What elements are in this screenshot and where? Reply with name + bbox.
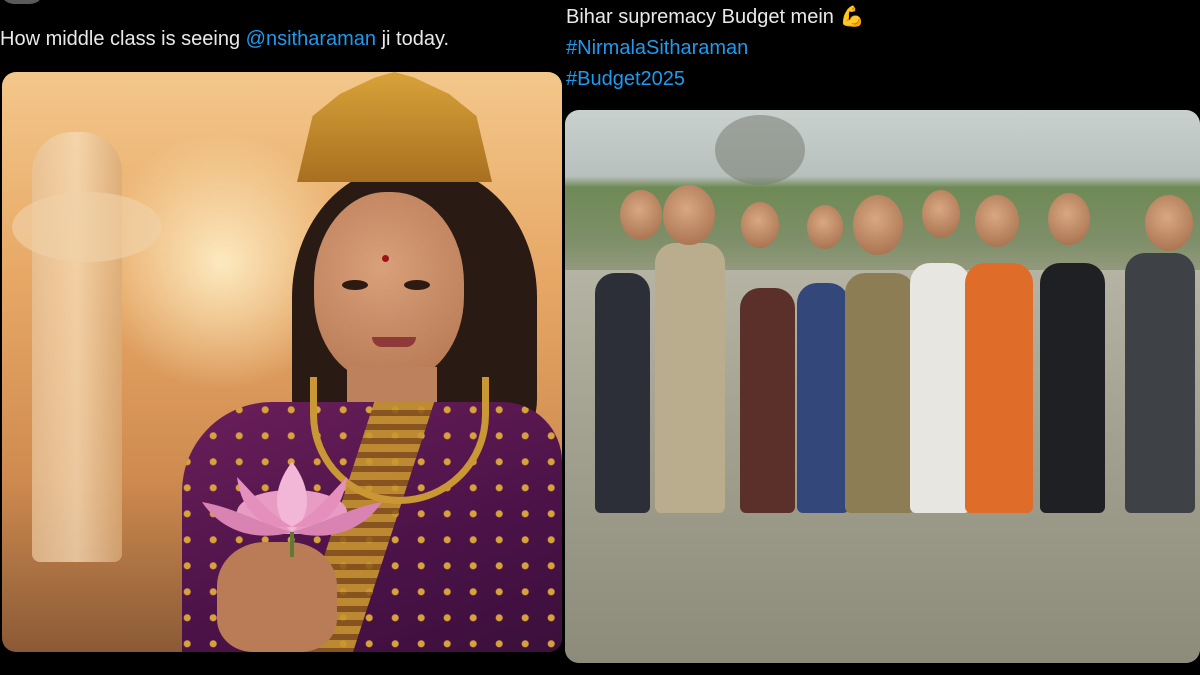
person <box>655 243 725 513</box>
face <box>807 205 843 249</box>
smile <box>372 337 416 347</box>
lotus-flower-icon <box>202 462 382 557</box>
background-pillar-cap <box>12 192 162 262</box>
hashtag-budget2025[interactable]: #Budget2025 <box>566 64 864 95</box>
person <box>595 273 650 513</box>
right-tweet-image[interactable] <box>565 110 1200 663</box>
person <box>1040 263 1105 513</box>
person <box>1125 253 1195 513</box>
folded-hands <box>217 542 337 652</box>
face <box>1048 193 1090 245</box>
hashtag-nirmalasitharaman[interactable]: #NirmalaSitharaman <box>566 33 864 64</box>
bindi <box>382 255 389 262</box>
face <box>922 190 960 238</box>
face <box>314 192 464 382</box>
person <box>740 288 795 513</box>
right-tweet-line1: Bihar supremacy Budget mein <box>566 6 834 28</box>
face <box>853 195 903 255</box>
left-eye <box>342 280 368 290</box>
avatar[interactable] <box>0 0 44 4</box>
right-tweet-line: Bihar supremacy Budget mein 💪 <box>566 2 864 33</box>
left-tweet-prefix: How middle class is seeing <box>0 28 246 50</box>
left-tweet-image[interactable] <box>2 72 562 652</box>
background-tree <box>715 115 805 185</box>
face <box>620 190 662 240</box>
mention-link[interactable]: @nsitharaman <box>246 28 376 50</box>
person <box>965 263 1033 513</box>
left-tweet-suffix: ji today. <box>376 28 450 50</box>
person <box>910 263 970 513</box>
right-eye <box>404 280 430 290</box>
left-tweet-text: How middle class is seeing @nsitharaman … <box>0 24 449 55</box>
face <box>741 202 779 248</box>
face <box>1145 195 1193 251</box>
face <box>975 195 1019 247</box>
crown <box>297 72 492 182</box>
flexed-biceps-icon: 💪 <box>839 6 865 28</box>
right-tweet-text: Bihar supremacy Budget mein 💪 #NirmalaSi… <box>566 2 864 95</box>
person <box>797 283 849 513</box>
person <box>845 273 915 513</box>
face <box>663 185 715 245</box>
